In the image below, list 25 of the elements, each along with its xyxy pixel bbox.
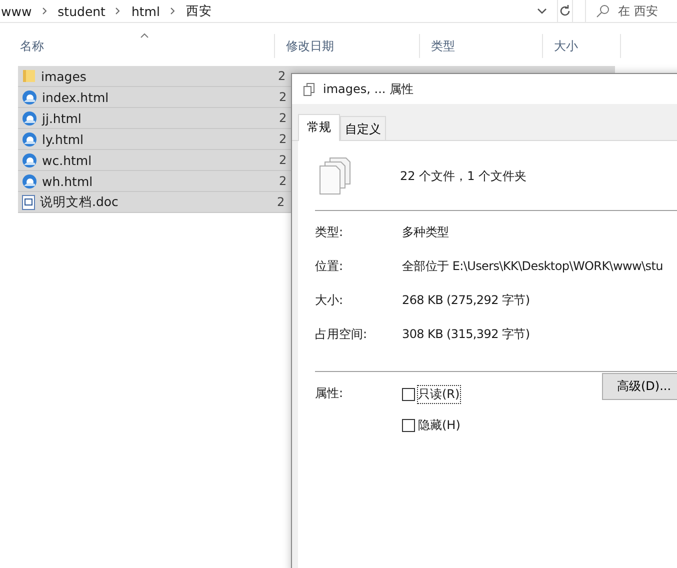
file-name: wh.html (42, 174, 94, 188)
property-value: 全部位于 E:\Users\KK\Desktop\WORK\www\stu (402, 258, 663, 275)
property-value: 308 KB (315,392 字节) (402, 326, 530, 343)
file-name: ly.html (42, 132, 85, 146)
property-value: 268 KB (275,292 字节) (402, 292, 530, 309)
modified-date: 2 (277, 195, 285, 209)
modified-date: 2 (278, 69, 286, 83)
property-value: 多种类型 (402, 224, 449, 241)
property-label: 位置: (315, 258, 344, 275)
selection-summary: 22 个文件，1 个文件夹 (400, 168, 527, 184)
modified-date: 2 (279, 153, 287, 167)
modified-date: 2 (279, 111, 287, 125)
attributes-label: 属性: (315, 385, 344, 402)
file-name: jj.html (42, 110, 82, 126)
modified-date: 2 (279, 90, 287, 104)
property-label: 占用空间: (315, 326, 368, 343)
file-name: wc.html (42, 152, 93, 168)
property-label: 类型: (315, 224, 344, 241)
modified-date: 2 (279, 132, 287, 146)
file-name: 说明文档.doc (40, 194, 120, 210)
dialog-title: images, ... 属性 (323, 80, 414, 98)
property-label: 大小: (315, 292, 344, 309)
file-name: index.html (42, 90, 110, 104)
modified-date: 2 (279, 174, 287, 188)
file-name: images (41, 68, 88, 84)
